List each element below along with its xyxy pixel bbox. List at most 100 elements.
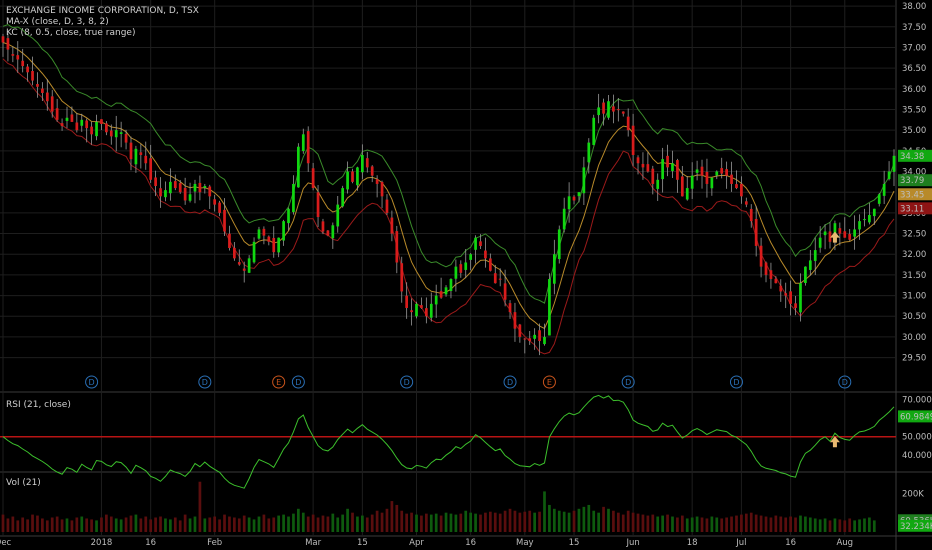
candle-body bbox=[326, 230, 330, 236]
volume-bar bbox=[80, 516, 84, 532]
price-value-badge-text: 33.79 bbox=[900, 176, 924, 186]
volume-value-badge-text: 32.234K bbox=[900, 522, 932, 532]
candle-body bbox=[676, 160, 679, 180]
volume-bar bbox=[582, 506, 586, 532]
candle-body bbox=[341, 188, 345, 207]
volume-bar bbox=[144, 516, 148, 532]
candle-body bbox=[700, 166, 704, 176]
candle-body bbox=[602, 102, 605, 114]
candle-body bbox=[538, 330, 541, 342]
x-tick-label: Jul bbox=[735, 538, 746, 548]
rsi-tick-label: 40.0000 bbox=[902, 451, 932, 461]
volume-bar bbox=[454, 514, 458, 532]
candle-body bbox=[50, 96, 54, 112]
price-tick-label: 32.00 bbox=[902, 250, 926, 260]
candle-body bbox=[740, 183, 743, 197]
volume-indicator-label[interactable]: Vol (21) bbox=[6, 478, 41, 488]
volume-bar bbox=[380, 512, 384, 532]
volume-bar bbox=[528, 510, 532, 532]
volume-bar bbox=[799, 515, 802, 532]
volume-bar bbox=[838, 519, 842, 532]
kc-indicator-label[interactable]: KC (8, 0.5, close, true range) bbox=[6, 28, 135, 38]
price-value-badge-text: 33.45 bbox=[900, 190, 924, 200]
volume-bar bbox=[469, 512, 473, 532]
volume-bar bbox=[228, 516, 231, 532]
volume-bar bbox=[218, 519, 221, 532]
candle-body bbox=[685, 188, 689, 200]
volume-bar bbox=[710, 516, 714, 532]
candle-body bbox=[311, 168, 315, 189]
x-tick-label: 15 bbox=[357, 538, 368, 548]
ma-indicator-label[interactable]: MA-X (close, D, 3, 8, 2) bbox=[6, 17, 109, 27]
candle-body bbox=[297, 146, 300, 188]
volume-bar bbox=[597, 512, 600, 532]
candle-body bbox=[513, 312, 517, 329]
chart-canvas[interactable]: D D E D D D E D D D 38.00 37.50 37.00 36.50 36.00 35.5… bbox=[0, 0, 932, 550]
candle-body bbox=[769, 270, 773, 280]
price-tick-label: 29.50 bbox=[902, 354, 926, 364]
volume-bar bbox=[301, 512, 305, 532]
volume-bar bbox=[823, 518, 827, 532]
candle-body bbox=[872, 208, 876, 217]
candle-body bbox=[223, 209, 226, 232]
volume-bar bbox=[848, 518, 852, 532]
volume-bar bbox=[6, 518, 10, 532]
volume-bar bbox=[818, 519, 822, 532]
candle-body bbox=[287, 208, 290, 224]
candle-body bbox=[744, 201, 748, 205]
volume-bar bbox=[577, 508, 581, 532]
x-tick-label: May bbox=[516, 538, 534, 548]
volume-bar bbox=[518, 512, 522, 532]
candle-body bbox=[818, 237, 822, 248]
candle-body bbox=[80, 119, 84, 126]
stock-chart[interactable]: D D E D D D E D D D 38.00 37.50 37.00 36.50 36.00 35.5… bbox=[0, 0, 932, 550]
volume-bar bbox=[690, 517, 694, 532]
volume-bar bbox=[346, 508, 349, 532]
candle-body bbox=[582, 167, 586, 194]
volume-bar bbox=[434, 513, 438, 532]
candle-body bbox=[360, 154, 364, 173]
candle-body bbox=[779, 285, 783, 292]
volume-bar bbox=[661, 515, 664, 532]
event-marker-label: D bbox=[202, 378, 208, 387]
volume-bar bbox=[493, 512, 497, 532]
volume-bar bbox=[641, 514, 645, 532]
volume-bar bbox=[464, 510, 468, 532]
volume-bar bbox=[257, 516, 261, 532]
candle-body bbox=[183, 187, 187, 201]
volume-bar bbox=[749, 512, 753, 532]
candle-body bbox=[444, 287, 448, 295]
volume-tick-label: 200K bbox=[902, 489, 924, 499]
candle-body bbox=[735, 184, 738, 189]
candle-body bbox=[774, 278, 778, 284]
volume-bar bbox=[203, 518, 207, 532]
volume-bar bbox=[139, 518, 143, 532]
candle-body bbox=[45, 92, 49, 102]
volume-bar bbox=[370, 514, 374, 532]
candle-body bbox=[572, 196, 576, 201]
volume-bar bbox=[508, 508, 512, 532]
rsi-indicator-label[interactable]: RSI (21, close) bbox=[6, 400, 71, 410]
candle-body bbox=[395, 231, 399, 263]
rsi-tick-label: 70.0000 bbox=[902, 396, 932, 406]
candle-body bbox=[65, 117, 69, 121]
price-tick-label: 30.50 bbox=[902, 312, 926, 322]
candle-body bbox=[488, 258, 492, 271]
volume-bar bbox=[237, 518, 241, 532]
volume-bar bbox=[183, 514, 187, 532]
volume-bar bbox=[336, 517, 340, 532]
candle-body bbox=[356, 167, 359, 186]
volume-bar bbox=[16, 520, 20, 532]
candle-body bbox=[380, 181, 384, 197]
volume-bar bbox=[587, 504, 591, 532]
candle-body bbox=[799, 283, 802, 313]
candle-body bbox=[267, 236, 271, 242]
volume-bar bbox=[779, 516, 783, 532]
volume-bar bbox=[316, 517, 320, 532]
candle-body bbox=[523, 338, 527, 340]
candle-body bbox=[656, 179, 660, 189]
x-tick-label: 2018 bbox=[91, 538, 113, 548]
candle-body bbox=[784, 293, 788, 296]
volume-bar bbox=[114, 518, 118, 532]
candle-body bbox=[671, 163, 674, 172]
